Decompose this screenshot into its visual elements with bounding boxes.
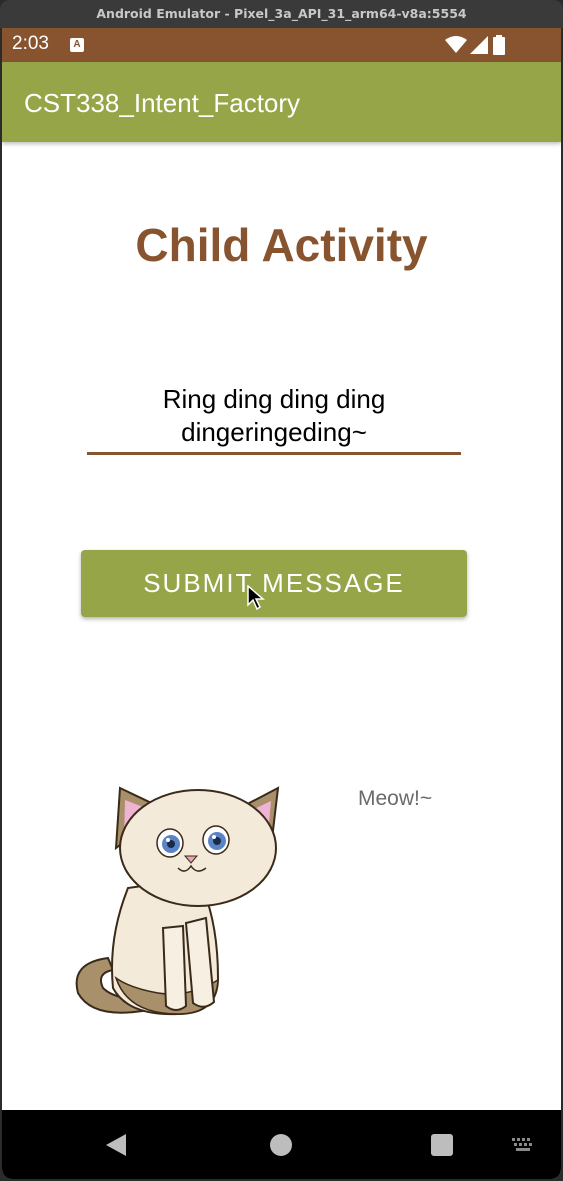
home-icon[interactable] [270,1134,292,1156]
page-title: Child Activity [135,219,428,271]
cat-illustration [75,786,280,1016]
app-bar: CST338_Intent_Factory [2,62,561,142]
navigation-bar [2,1110,561,1179]
submit-message-button[interactable]: SUBMIT MESSAGE [81,550,467,617]
status-bar: 2:03 A [2,28,561,62]
back-icon[interactable] [106,1134,126,1156]
notification-icon: A [70,38,84,52]
app-title: CST338_Intent_Factory [24,88,301,118]
message-field[interactable]: Ring ding ding ding dingeringeding~ [87,383,461,455]
meow-label: Meow!~ [358,787,433,810]
battery-icon [493,35,505,55]
keyboard-icon[interactable] [512,1138,534,1154]
signal-icon [470,36,488,54]
mouse-cursor-icon [247,585,265,611]
phone-screen: 2:03 A CST338_Intent_Factory Child Activ… [2,28,561,1179]
wifi-icon [445,36,467,53]
recents-icon[interactable] [431,1134,453,1156]
status-time: 2:03 [12,33,49,54]
emulator-title: Android Emulator - Pixel_3a_API_31_arm64… [0,0,563,28]
